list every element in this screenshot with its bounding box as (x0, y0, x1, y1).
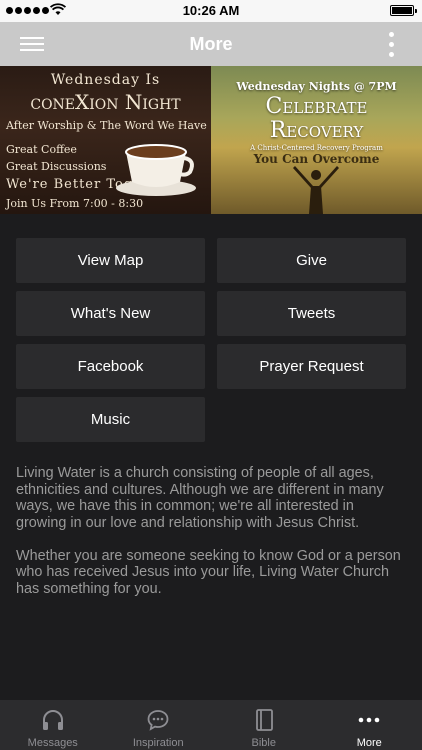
conexion-night-banner[interactable]: Wednesday Is coneXion Night After Worshi… (0, 66, 211, 214)
overflow-menu-icon[interactable] (388, 32, 396, 58)
banner-left-line4: Great Coffee (6, 143, 77, 156)
tab-label-messages: Messages (27, 737, 78, 749)
tab-messages[interactable]: Messages (0, 700, 106, 750)
more-dots-icon (358, 717, 380, 723)
person-silhouette-image (293, 166, 339, 214)
nav-bar: More (0, 22, 422, 66)
tab-label-inspiration: Inspiration (132, 737, 184, 749)
banner-right-line3: Recovery (269, 118, 364, 143)
about-paragraph-1: Living Water is a church consisting of p… (16, 465, 384, 531)
coffee-cup-icon (116, 144, 196, 196)
music-button[interactable]: Music (16, 397, 205, 442)
book-icon (255, 709, 273, 731)
tab-label-bible: Bible (251, 737, 276, 749)
banner-right-line2: Celebrate (265, 94, 368, 119)
whats-new-button[interactable]: What's New (16, 291, 205, 336)
battery-icon (390, 5, 417, 16)
prayer-request-button[interactable]: Prayer Request (217, 344, 406, 389)
headphones-icon (42, 710, 63, 730)
tab-label-more: More (356, 737, 382, 749)
banner-right-line1: Wednesday Nights @ 7PM (236, 80, 397, 93)
banner-left-line2: coneXion Night (30, 90, 181, 114)
tab-bible[interactable]: Bible (211, 700, 317, 750)
banner-left-line5: Great Discussions (6, 160, 107, 173)
facebook-button[interactable]: Facebook (16, 344, 205, 389)
tab-inspiration[interactable]: Inspiration (106, 700, 212, 750)
page-title: More (189, 34, 233, 54)
chat-bubble-icon (147, 710, 169, 731)
banner-right-line4: A Christ-Centered Recovery Program (250, 144, 383, 152)
promo-banner[interactable]: Wednesday Is coneXion Night After Worshi… (0, 66, 422, 214)
tab-bar: Messages Inspiration Bible More (0, 700, 422, 750)
give-button[interactable]: Give (217, 238, 406, 283)
tweets-button[interactable]: Tweets (217, 291, 406, 336)
status-bar: 10:26 AM (0, 0, 422, 22)
banner-left-line3: After Worship & The Word We Have (6, 119, 207, 132)
menu-icon[interactable] (20, 34, 44, 54)
status-time: 10:26 AM (182, 3, 240, 18)
tab-more[interactable]: More (317, 700, 422, 750)
about-paragraph-2: Whether you are someone seeking to know … (16, 547, 401, 597)
banner-left-line7: Join Us From 7:00 - 8:30 (6, 197, 144, 210)
view-map-button[interactable]: View Map (16, 238, 205, 283)
banner-left-line1: Wednesday Is (50, 72, 161, 88)
about-text: Living Water is a church consisting of p… (16, 465, 408, 614)
celebrate-recovery-banner[interactable]: Wednesday Nights @ 7PM Celebrate Recover… (211, 66, 422, 214)
